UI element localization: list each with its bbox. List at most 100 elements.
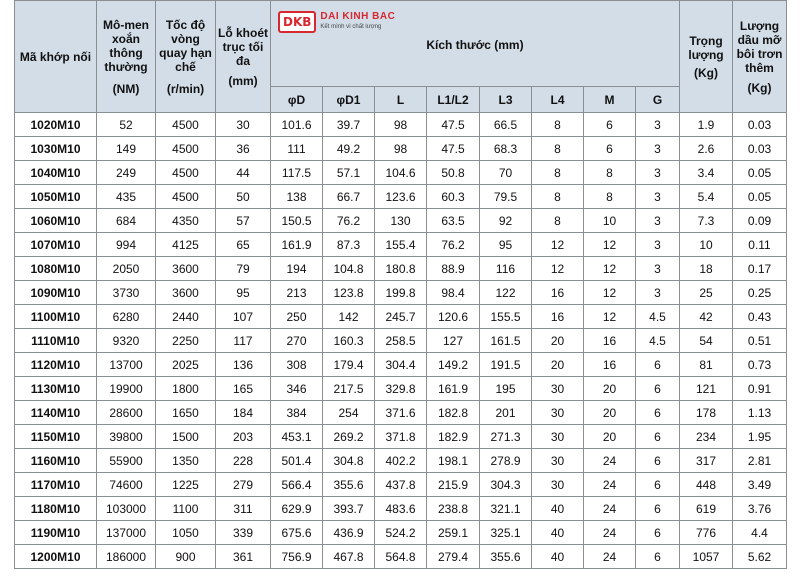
- table-cell: 3.49: [732, 472, 787, 497]
- table-cell: 107: [215, 304, 271, 329]
- table-cell: 8: [583, 184, 636, 209]
- table-cell: 95: [479, 232, 532, 257]
- header-grease: Lượng dầu mỡ bôi trơn thêm (Kg): [732, 0, 787, 113]
- header-torque-label: Mô-men xoắn thông thường: [103, 17, 149, 74]
- table-cell: 501.4: [270, 448, 323, 473]
- table-cell: 6: [635, 496, 680, 521]
- table-cell: 249: [96, 160, 156, 185]
- cell-code: 1110M10: [14, 328, 97, 353]
- cell-code: 1050M10: [14, 184, 97, 209]
- table-cell: 50.8: [426, 160, 480, 185]
- header-bore: Lỗ khoét trục tối đa (mm): [215, 0, 271, 113]
- table-cell: 254: [322, 400, 375, 425]
- logo-company-name: DAI KINH BAC: [320, 11, 396, 22]
- table-cell: 79: [215, 256, 271, 281]
- table-cell: 30: [531, 448, 584, 473]
- cell-code: 1040M10: [14, 160, 97, 185]
- table-cell: 179.4: [322, 352, 375, 377]
- table-cell: 7.3: [679, 208, 733, 233]
- table-row: 1130M10 19900 1800 165 346 217.5 329.8 161.9 195…: [14, 376, 787, 401]
- table-cell: 70: [479, 160, 532, 185]
- table-cell: 201: [479, 400, 532, 425]
- table-cell: 3600: [155, 280, 216, 305]
- table-cell: 30: [531, 376, 584, 401]
- table-cell: 12: [531, 232, 584, 257]
- table-cell: 81: [679, 352, 733, 377]
- table-cell: 39800: [96, 424, 156, 449]
- table-cell: 20: [583, 376, 636, 401]
- table-cell: 16: [531, 304, 584, 329]
- table-cell: 25: [679, 280, 733, 305]
- header-dim-6: M: [583, 86, 636, 113]
- table-cell: 329.8: [374, 376, 427, 401]
- table-cell: 20: [531, 328, 584, 353]
- table-cell: 1650: [155, 400, 216, 425]
- cell-code: 1160M10: [14, 448, 97, 473]
- table-cell: 155.5: [479, 304, 532, 329]
- table-cell: 178: [679, 400, 733, 425]
- cell-code: 1100M10: [14, 304, 97, 329]
- table-cell: 271.3: [479, 424, 532, 449]
- header-grease-unit: (Kg): [747, 80, 772, 95]
- table-cell: 4.4: [732, 520, 787, 545]
- cell-code: 1180M10: [14, 496, 97, 521]
- table-cell: 355.6: [322, 472, 375, 497]
- table-cell: 195: [479, 376, 532, 401]
- cell-code: 1170M10: [14, 472, 97, 497]
- table-cell: 16: [583, 328, 636, 353]
- table-cell: 483.6: [374, 496, 427, 521]
- table-cell: 30: [531, 400, 584, 425]
- header-speed-unit: (r/min): [166, 81, 205, 96]
- table-cell: 0.51: [732, 328, 787, 353]
- table-cell: 0.05: [732, 160, 787, 185]
- table-cell: 10: [679, 232, 733, 257]
- table-cell: 116: [479, 256, 532, 281]
- table-cell: 122: [479, 280, 532, 305]
- table-cell: 13700: [96, 352, 156, 377]
- table-cell: 278.9: [479, 448, 532, 473]
- table-cell: 0.43: [732, 304, 787, 329]
- table-cell: 215.9: [426, 472, 480, 497]
- table-cell: 36: [215, 136, 271, 161]
- table-cell: 18: [679, 256, 733, 281]
- table-cell: 1.13: [732, 400, 787, 425]
- table-cell: 776: [679, 520, 733, 545]
- table-cell: 65: [215, 232, 271, 257]
- table-cell: 346: [270, 376, 323, 401]
- table-cell: 24: [583, 496, 636, 521]
- table-cell: 16: [583, 352, 636, 377]
- cell-code: 1090M10: [14, 280, 97, 305]
- table-cell: 12: [583, 232, 636, 257]
- cell-code: 1200M10: [14, 544, 97, 569]
- cell-code: 1140M10: [14, 400, 97, 425]
- table-cell: 182.8: [426, 400, 480, 425]
- table-cell: 308: [270, 352, 323, 377]
- table-cell: 9320: [96, 328, 156, 353]
- table-cell: 40: [531, 496, 584, 521]
- table-cell: 24: [583, 520, 636, 545]
- table-cell: 619: [679, 496, 733, 521]
- logo-tagline: Kết mình vì chất lượng: [320, 24, 382, 30]
- table-cell: 149: [96, 136, 156, 161]
- table-cell: 3: [635, 184, 680, 209]
- table-cell: 47.5: [426, 112, 480, 137]
- table-cell: 74600: [96, 472, 156, 497]
- header-dim-5: L4: [531, 86, 584, 113]
- table-cell: 117.5: [270, 160, 323, 185]
- header-torque-unit: (NM): [112, 81, 140, 96]
- table-cell: 54: [679, 328, 733, 353]
- table-cell: 149.2: [426, 352, 480, 377]
- table-cell: 304.8: [322, 448, 375, 473]
- table-cell: 8: [531, 160, 584, 185]
- table-cell: 30: [531, 472, 584, 497]
- table-cell: 42: [679, 304, 733, 329]
- table-cell: 47.5: [426, 136, 480, 161]
- table-cell: 49.2: [322, 136, 375, 161]
- table-cell: 117: [215, 328, 271, 353]
- table-row: 1090M10 3730 3600 95 213 123.8 199.8 98.4 122 16 1…: [14, 280, 787, 305]
- table-cell: 250: [270, 304, 323, 329]
- table-row: 1170M10 74600 1225 279 566.4 355.6 437.8 215.9 3…: [14, 472, 787, 497]
- table-cell: 40: [531, 544, 584, 569]
- table-cell: 194: [270, 256, 323, 281]
- table-cell: 1225: [155, 472, 216, 497]
